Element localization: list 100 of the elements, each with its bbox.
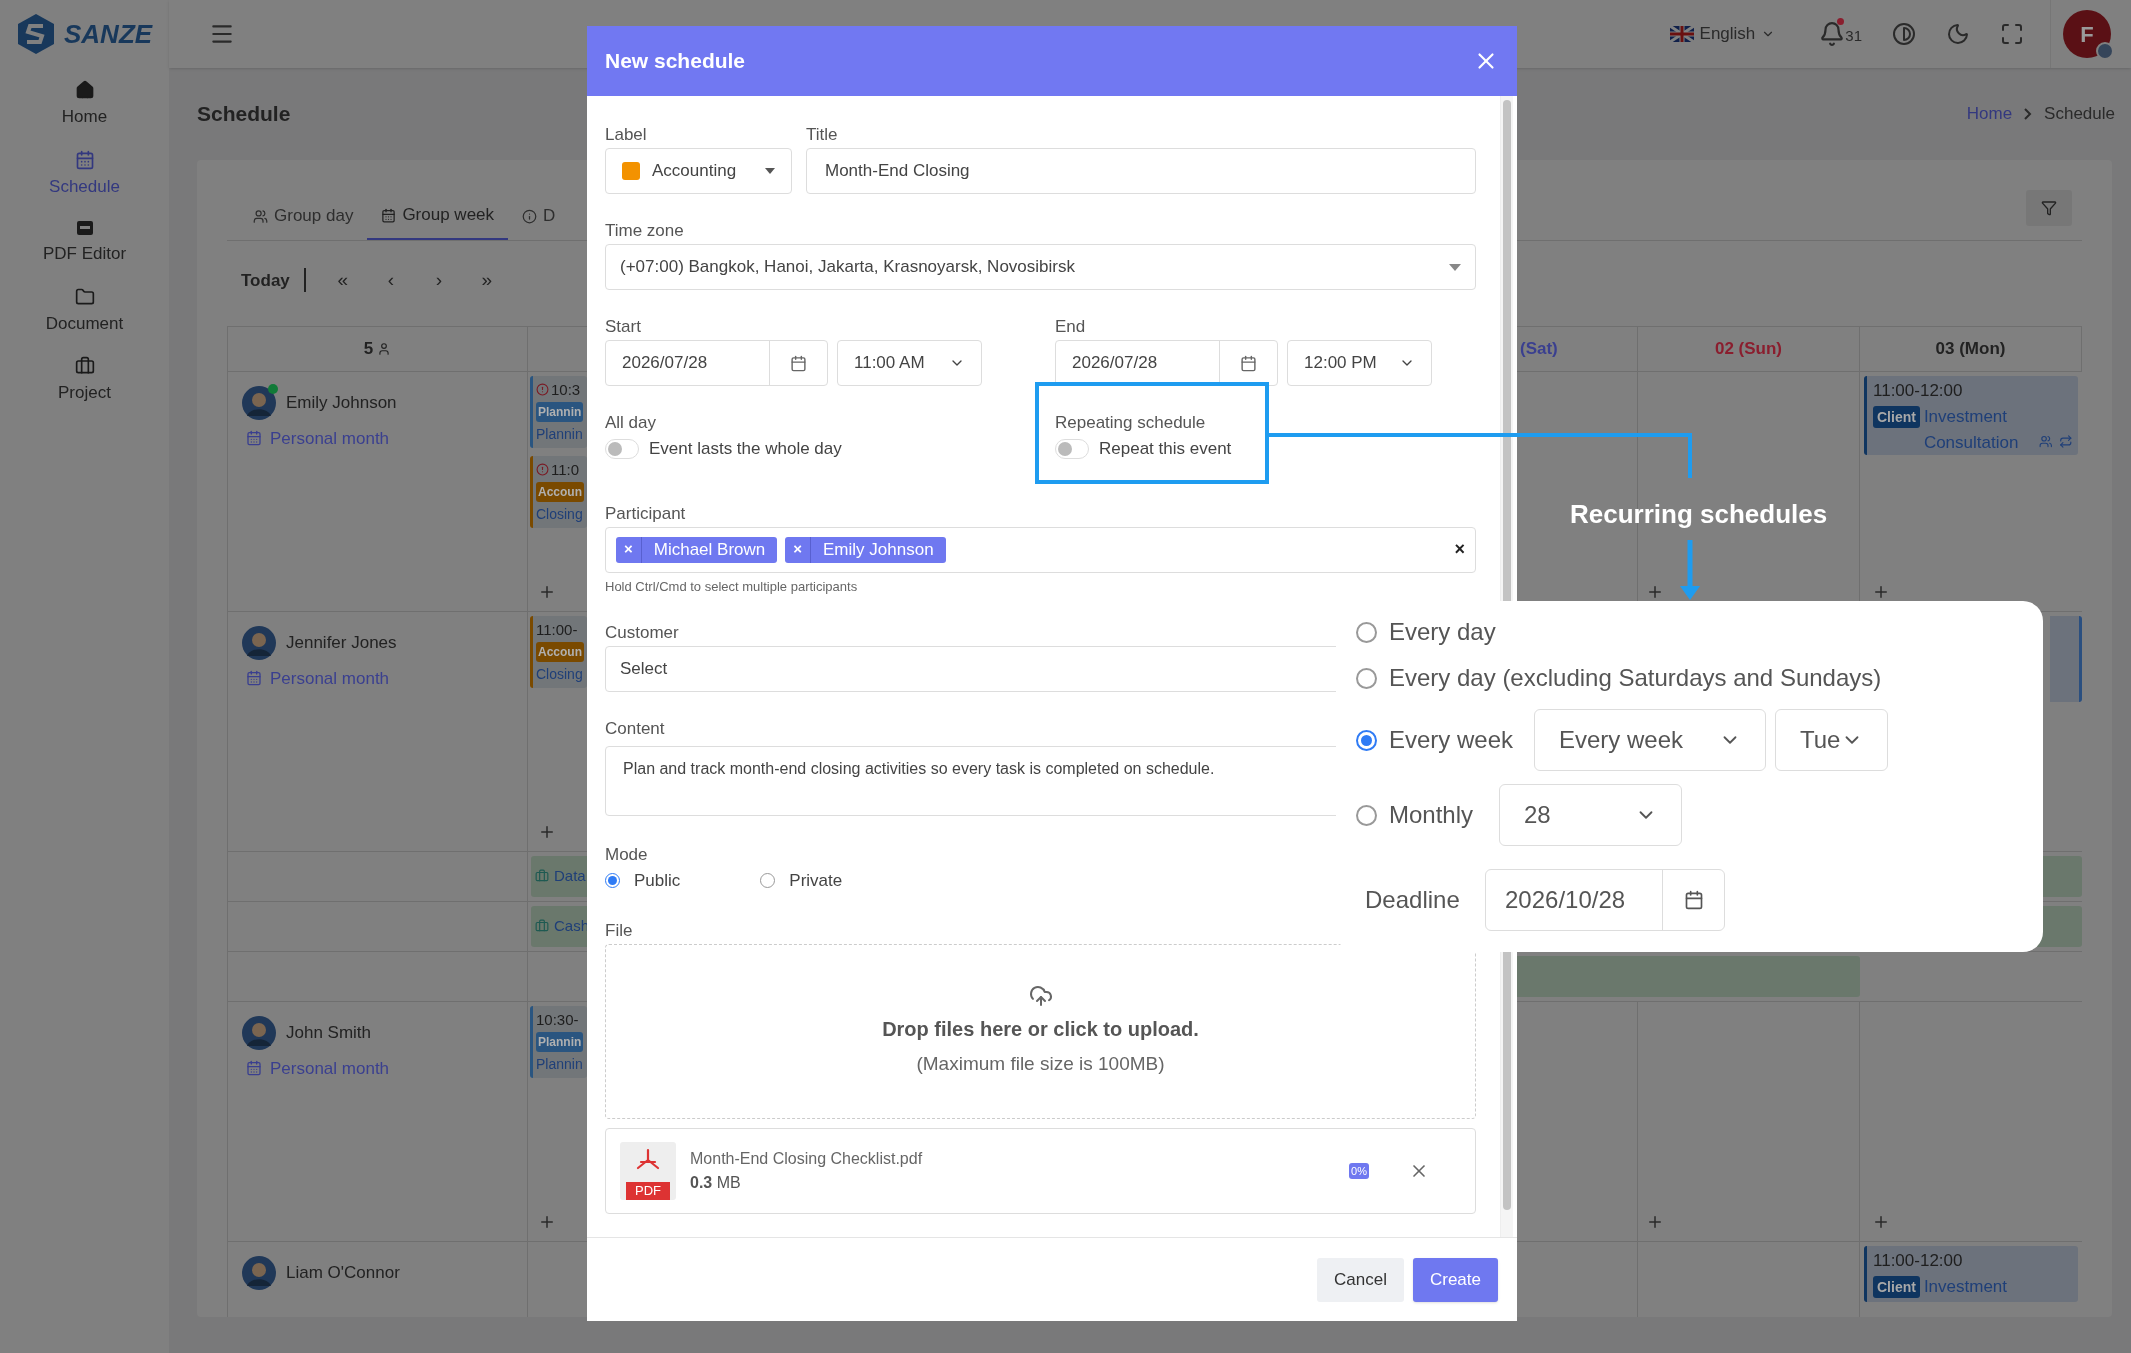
time-select[interactable]: 12:00 PM (1287, 340, 1432, 386)
clear-mark[interactable]: × (1454, 536, 1465, 563)
field-label: Label (605, 124, 647, 146)
personal-month-link[interactable]: Personal month (270, 425, 390, 451)
personal-month-link[interactable]: Personal month (270, 665, 390, 691)
view-tab[interactable]: D (508, 192, 570, 240)
filter-icon (2041, 200, 2057, 216)
time-zone-select[interactable]: (+07:00) Bangkok, Hanoi, Jakarta, Krasnoyarsk, Novosibirsk (605, 244, 1476, 290)
pdf-file-icon: PDF (620, 1141, 676, 1200)
progress-badge: 0% (1349, 1162, 1369, 1179)
fullscreen-icon[interactable] (2000, 22, 2024, 46)
cancel-button[interactable]: Cancel (1317, 1257, 1404, 1302)
sidebar-item[interactable]: Schedule (0, 149, 169, 199)
member-name: Emily Johnson (286, 391, 397, 414)
nav-button[interactable]: » (475, 266, 498, 295)
bell-icon[interactable] (1819, 21, 1846, 47)
event-card[interactable] (2050, 615, 2082, 702)
event-card[interactable]: 11:00-12:00 Client Investment (1864, 1245, 2078, 1302)
event-card[interactable]: 11:0 Accoun Closing (530, 455, 587, 528)
event-time: 11:00-12:00 (1873, 379, 1964, 402)
nav-button[interactable]: ‹ (379, 266, 402, 295)
label-select[interactable]: Accounting (605, 148, 792, 194)
date-field[interactable]: 2026/07/28 (605, 340, 828, 386)
event-tag: Client (1873, 1275, 1920, 1298)
event-title[interactable]: Investment Consultation (1923, 403, 2024, 456)
radio-label: Public (634, 870, 681, 892)
participant-field[interactable]: × Michael Brown × Emily Johnson × (605, 526, 1476, 573)
event-tag: Accoun (536, 641, 584, 662)
radio-label: Every day (1389, 617, 1496, 647)
briefcase-icon (74, 356, 95, 376)
event-card[interactable]: 11:00- Accoun Closing (530, 615, 587, 688)
event-title[interactable]: Closing (536, 501, 583, 526)
field-label: File (605, 919, 633, 942)
event-title[interactable]: Closing (536, 661, 583, 686)
person-icon (377, 341, 392, 356)
nav-button[interactable]: › (427, 266, 450, 295)
event-card[interactable]: 10:3 Plannin Plannin (530, 375, 587, 448)
help-text: Hold Ctrl/Cmd to select multiple participants (605, 577, 859, 596)
user-avatar[interactable]: F (2063, 10, 2111, 58)
file-name: Month-End Closing Checklist.pdf (690, 1148, 924, 1169)
briefcase-icon (535, 919, 549, 933)
event-time: 11:0 (551, 459, 580, 480)
nav-button[interactable]: « (331, 266, 354, 295)
calendar-icon (74, 149, 95, 170)
radio-button[interactable] (1356, 729, 1377, 751)
toggle-switch[interactable] (605, 438, 639, 459)
avatar-badge (2096, 42, 2114, 60)
sidebar-item[interactable]: Document (0, 286, 169, 336)
toggle-switch[interactable] (1055, 438, 1089, 459)
time-select[interactable]: 11:00 AM (837, 340, 982, 386)
dropzone-hint: (Maximum file size is 100MB) (916, 1051, 1165, 1076)
participant-chip[interactable]: × Michael Brown (616, 536, 778, 563)
sidebar-item[interactable]: Home (0, 80, 169, 130)
users-icon (253, 208, 268, 224)
event-card[interactable]: 11:00-12:00 Client Investment Consultation (1864, 375, 2078, 455)
title-field[interactable]: Month-End Closing (806, 148, 1476, 194)
member-count: 5 (363, 337, 374, 360)
home-icon (74, 80, 95, 100)
event-tag: Accoun (536, 481, 584, 502)
dropzone-title: Drop files here or click to upload. (882, 1016, 1199, 1042)
personal-month-link[interactable]: Personal month (270, 1055, 390, 1081)
field-label: Start (605, 316, 641, 338)
remove-mark[interactable]: × (616, 536, 642, 563)
day-header: (Sat) (1520, 337, 1558, 360)
participant-chip[interactable]: × Emily Johnson (785, 536, 946, 563)
filter-button[interactable] (2026, 190, 2072, 226)
folder-icon (74, 286, 95, 307)
today-button[interactable]: Today (227, 267, 304, 293)
calendar-icon (246, 670, 262, 687)
event-title[interactable]: Plannin (536, 1051, 583, 1076)
interval-select[interactable]: Every week (1534, 709, 1766, 771)
event-title[interactable]: Plannin (536, 421, 583, 446)
event-card[interactable]: 10:30- Plannin Plannin (530, 1005, 587, 1078)
event-time: 10:3 (551, 379, 581, 400)
date-field[interactable]: 2026/07/28 (1055, 340, 1278, 386)
page-title: Schedule (197, 101, 291, 128)
calendar-icon (246, 430, 262, 447)
event-title[interactable]: Investment (1923, 1273, 2024, 1300)
avatar (242, 385, 276, 420)
moon-icon[interactable] (1946, 22, 1970, 46)
weekday-select[interactable]: Tue (1775, 709, 1888, 771)
dialog-title: New schedule (605, 48, 746, 75)
contrast-icon[interactable] (1892, 22, 1916, 46)
language-select[interactable]: English (1669, 21, 1776, 47)
sidebar-item[interactable]: Project (0, 356, 169, 406)
info-icon (522, 208, 538, 224)
field-label: Customer (605, 622, 679, 644)
day-header: 03 (Mon) (1935, 337, 2006, 360)
sidebar-item[interactable]: PDF Editor (0, 219, 169, 267)
remove-mark[interactable]: × (785, 536, 812, 563)
view-tab[interactable]: Group day (239, 192, 368, 240)
day-select[interactable]: 28 (1499, 784, 1682, 846)
breadcrumb-link[interactable]: Home (1966, 101, 2013, 127)
radio-button[interactable] (1356, 621, 1377, 643)
date-field[interactable]: 2026/10/28 (1485, 869, 1725, 931)
radio-button[interactable] (1356, 667, 1377, 689)
view-tab[interactable]: Group week (367, 192, 509, 240)
create-button[interactable]: Create (1412, 1257, 1498, 1302)
radio-button[interactable] (1356, 804, 1377, 826)
caret-icon (1449, 263, 1461, 271)
